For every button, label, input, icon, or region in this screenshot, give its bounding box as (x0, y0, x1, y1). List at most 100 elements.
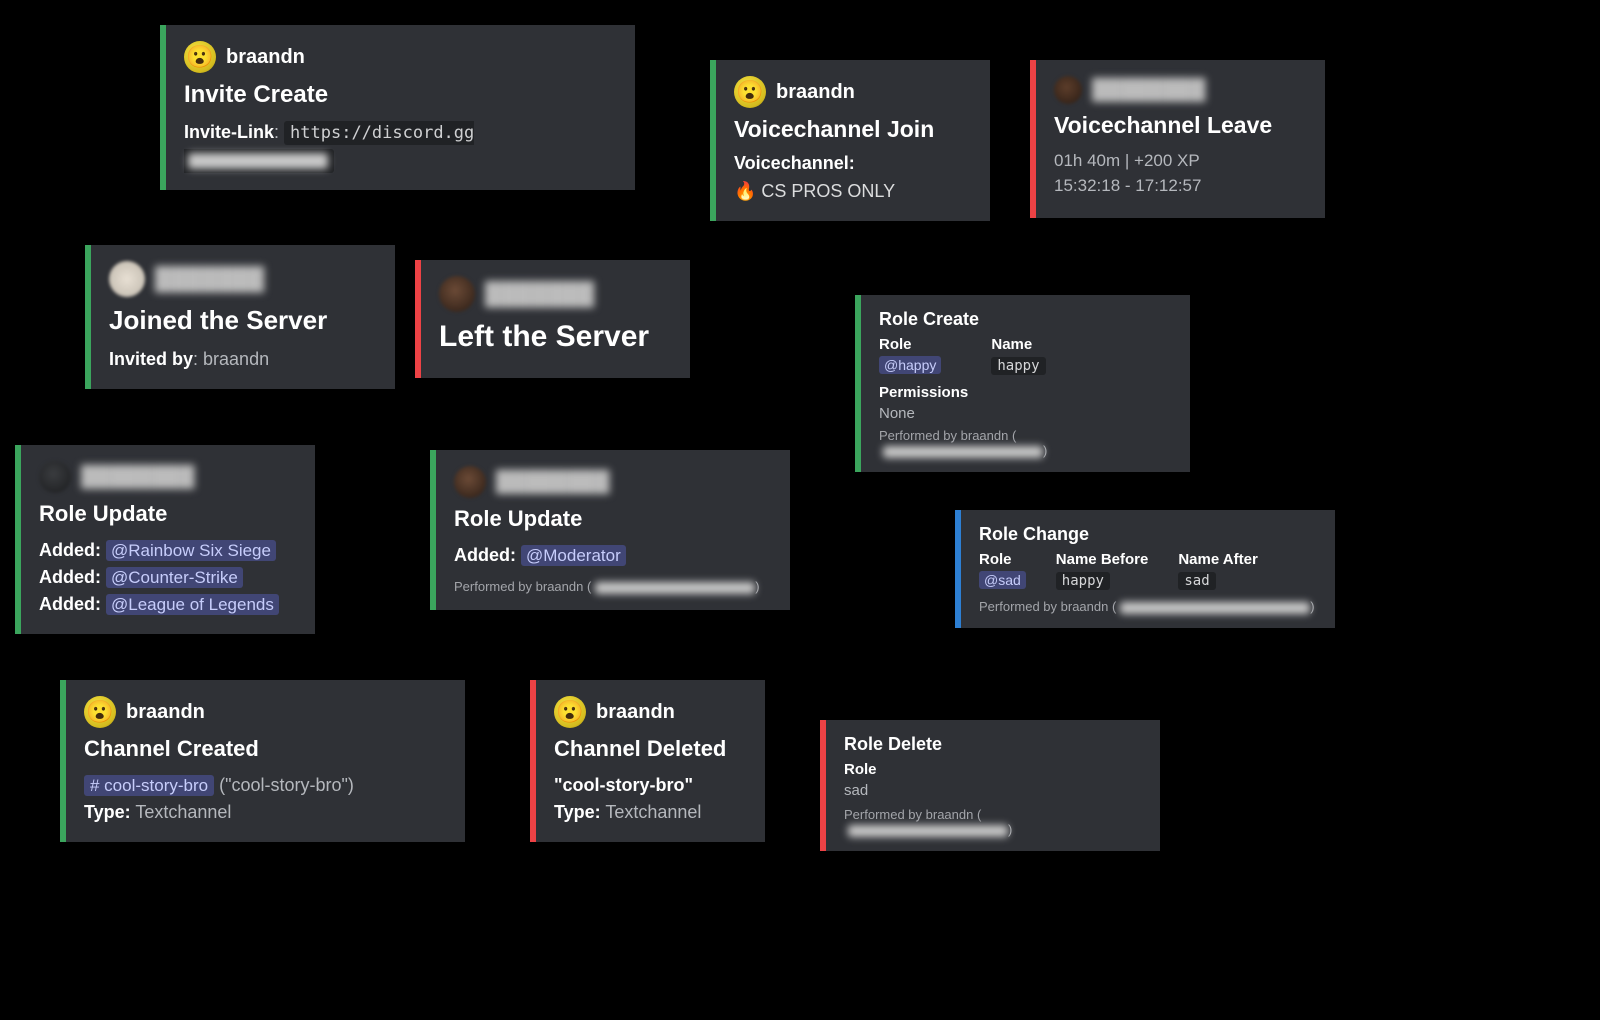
username-redacted: ████████ (496, 471, 609, 494)
embed-title: Invite Create (184, 81, 615, 109)
user-row: ████████ (39, 461, 295, 493)
field-role: Role sad (844, 761, 1142, 799)
role-added-line: Added: @Moderator (454, 542, 770, 569)
avatar-blurred-icon (1054, 76, 1082, 104)
name-before-value: happy (1056, 572, 1110, 590)
card-channel-created: braandn Channel Created # cool-story-bro… (60, 680, 465, 842)
embed-footer: Performed by braandn () (454, 579, 770, 594)
user-row: braandn (734, 76, 970, 108)
card-left-server: ███████ Left the Server (415, 260, 690, 378)
role-mention[interactable]: @Rainbow Six Siege (106, 540, 276, 561)
username-redacted: ███████ (155, 266, 264, 292)
avatar-blurred-icon (109, 261, 145, 297)
user-row: braandn (184, 41, 615, 73)
embed-footer: Performed by braandn () (879, 428, 1172, 458)
role-mention[interactable]: @League of Legends (106, 594, 279, 615)
card-invite-create: braandn Invite Create Invite-Link: https… (160, 25, 635, 190)
card-role-update-single: ████████ Role Update Added: @Moderator P… (430, 450, 790, 610)
embed-title: Role Delete (844, 734, 1142, 755)
role-added-line: Added: @Rainbow Six Siege (39, 537, 295, 564)
field-row: Role @sad Name Before happy Name After s… (979, 551, 1317, 589)
card-role-update-multi: ████████ Role Update Added: @Rainbow Six… (15, 445, 315, 634)
field-label: Role (844, 761, 1142, 778)
invited-by-label: Invited by (109, 349, 193, 369)
field-label: Name (991, 336, 1045, 353)
field-name-before: Name Before happy (1056, 551, 1149, 589)
field-permissions: Permissions None (879, 384, 1172, 422)
channel-name: "cool-story-bro" (554, 772, 745, 799)
avatar-blurred-icon (39, 461, 71, 493)
role-mention[interactable]: @Counter-Strike (106, 567, 243, 588)
redacted-icon (848, 825, 1008, 837)
redacted-icon (188, 153, 328, 169)
card-role-create: Role Create Role @happy Name happy Permi… (855, 295, 1190, 472)
card-vc-leave: ████████ Voicechannel Leave 01h 40m | +2… (1030, 60, 1325, 218)
redacted-icon (595, 582, 755, 594)
card-role-change: Role Change Role @sad Name Before happy … (955, 510, 1335, 628)
field-label: Name After (1178, 551, 1257, 568)
role-mention[interactable]: @sad (979, 571, 1026, 589)
role-added-line: Added: @Counter-Strike (39, 564, 295, 591)
avatar-blurred-icon (454, 466, 486, 498)
invite-link-label: Invite-Link (184, 122, 274, 142)
user-row: braandn (554, 696, 745, 728)
embed-title: Voicechannel Leave (1054, 112, 1305, 139)
user-row: ████████ (1054, 76, 1305, 104)
embed-title: Joined the Server (109, 305, 375, 336)
user-row: ███████ (439, 276, 670, 312)
username: braandn (126, 701, 205, 724)
invite-link-line: Invite-Link: https://discord.gg (184, 119, 615, 174)
name-after-value: sad (1178, 572, 1215, 590)
embed-title: Voicechannel Join (734, 116, 970, 143)
embed-title: Role Update (39, 501, 295, 527)
avatar-emoji-icon (84, 696, 116, 728)
field-label: Permissions (879, 384, 1172, 401)
field-role: Role @happy (879, 336, 941, 374)
card-channel-deleted: braandn Channel Deleted "cool-story-bro"… (530, 680, 765, 842)
embed-footer: Performed by braandn () (844, 807, 1142, 837)
card-role-delete: Role Delete Role sad Performed by braand… (820, 720, 1160, 851)
channel-line: # cool-story-bro ("cool-story-bro") (84, 772, 445, 799)
avatar-emoji-icon (184, 41, 216, 73)
channel-type-line: Type: Textchannel (84, 799, 445, 826)
field-name-after: Name After sad (1178, 551, 1257, 589)
vc-channel-name: 🔥 CS PROS ONLY (734, 178, 970, 205)
field-label: Role (879, 336, 941, 353)
role-mention[interactable]: @Moderator (521, 545, 626, 566)
embed-title: Role Change (979, 524, 1317, 545)
field-label: Name Before (1056, 551, 1149, 568)
avatar-emoji-icon (554, 696, 586, 728)
embed-title: Channel Created (84, 736, 445, 762)
field-label: Role (979, 551, 1026, 568)
channel-mention[interactable]: # cool-story-bro (84, 775, 214, 796)
embed-title: Channel Deleted (554, 736, 745, 762)
name-value: happy (991, 357, 1045, 375)
channel-type-line: Type: Textchannel (554, 799, 745, 826)
field-name: Name happy (991, 336, 1045, 374)
invited-by-line: Invited by: braandn (109, 346, 375, 373)
avatar-emoji-icon (734, 76, 766, 108)
redacted-icon (883, 446, 1043, 458)
permissions-value: None (879, 405, 1172, 422)
card-vc-join: braandn Voicechannel Join Voicechannel: … (710, 60, 990, 221)
redacted-icon (1120, 602, 1310, 614)
username-redacted: ███████ (485, 281, 594, 307)
embed-title: Left the Server (439, 320, 670, 354)
field-role: Role @sad (979, 551, 1026, 589)
role-added-line: Added: @League of Legends (39, 591, 295, 618)
username-redacted: ████████ (1092, 79, 1205, 102)
embed-title: Role Update (454, 506, 770, 532)
vc-label: Voicechannel: (734, 153, 970, 174)
card-joined-server: ███████ Joined the Server Invited by: br… (85, 245, 395, 389)
username: braandn (776, 81, 855, 104)
vc-leave-xp: 01h 40m | +200 XP (1054, 149, 1305, 174)
vc-leave-time: 15:32:18 - 17:12:57 (1054, 174, 1305, 199)
embed-title: Role Create (879, 309, 1172, 330)
username-redacted: ████████ (81, 466, 194, 489)
user-row: ███████ (109, 261, 375, 297)
embed-footer: Performed by braandn () (979, 599, 1317, 614)
user-row: braandn (84, 696, 445, 728)
user-row: ████████ (454, 466, 770, 498)
username: braandn (596, 701, 675, 724)
role-mention[interactable]: @happy (879, 356, 941, 374)
